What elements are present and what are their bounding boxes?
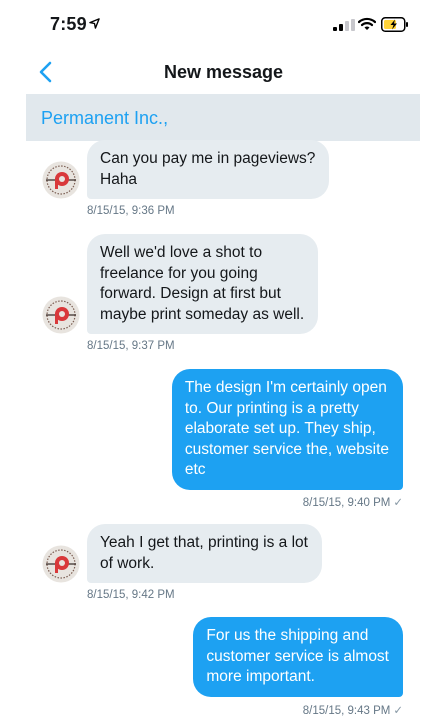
nav-bar: New message	[0, 50, 447, 94]
message-bubble-incoming[interactable]: Well we'd love a shot to freelance for y…	[87, 234, 319, 334]
wifi-icon	[358, 17, 376, 30]
avatar[interactable]	[42, 545, 80, 583]
sent-check-icon: ✓	[393, 705, 403, 717]
message-bubble-incoming[interactable]: Can you pay me in pageviews? Haha	[87, 140, 330, 199]
message-bubble-outgoing[interactable]: For us the shipping and customer service…	[193, 617, 403, 697]
message-timestamp: 8/15/15, 9:43 PM ✓	[302, 705, 403, 717]
message-timestamp: 8/15/15, 9:37 PM	[87, 340, 175, 352]
message-timestamp: 8/15/15, 9:40 PM ✓	[302, 497, 403, 509]
battery-charging-icon	[381, 17, 408, 32]
message-bubble-incoming[interactable]: Yeah I get that, printing is a lot of wo…	[87, 524, 322, 583]
message-timestamp: 8/15/15, 9:42 PM	[87, 589, 175, 601]
status-time: 7:59	[50, 14, 87, 34]
message-timestamp: 8/15/15, 9:36 PM	[87, 205, 175, 217]
avatar[interactable]	[42, 161, 80, 199]
status-bar: 7:59	[0, 0, 447, 50]
location-arrow-icon	[89, 18, 100, 29]
page-title: New message	[163, 62, 284, 82]
message-bubble-outgoing[interactable]: The design I'm certainly open to. Our pr…	[171, 369, 403, 490]
sent-check-icon: ✓	[393, 497, 403, 509]
recipient-name: Permanent Inc.,	[41, 108, 169, 128]
recipient-field[interactable]: Permanent Inc.,	[26, 94, 420, 141]
avatar[interactable]	[42, 296, 80, 334]
cellular-signal-icon	[333, 19, 355, 31]
